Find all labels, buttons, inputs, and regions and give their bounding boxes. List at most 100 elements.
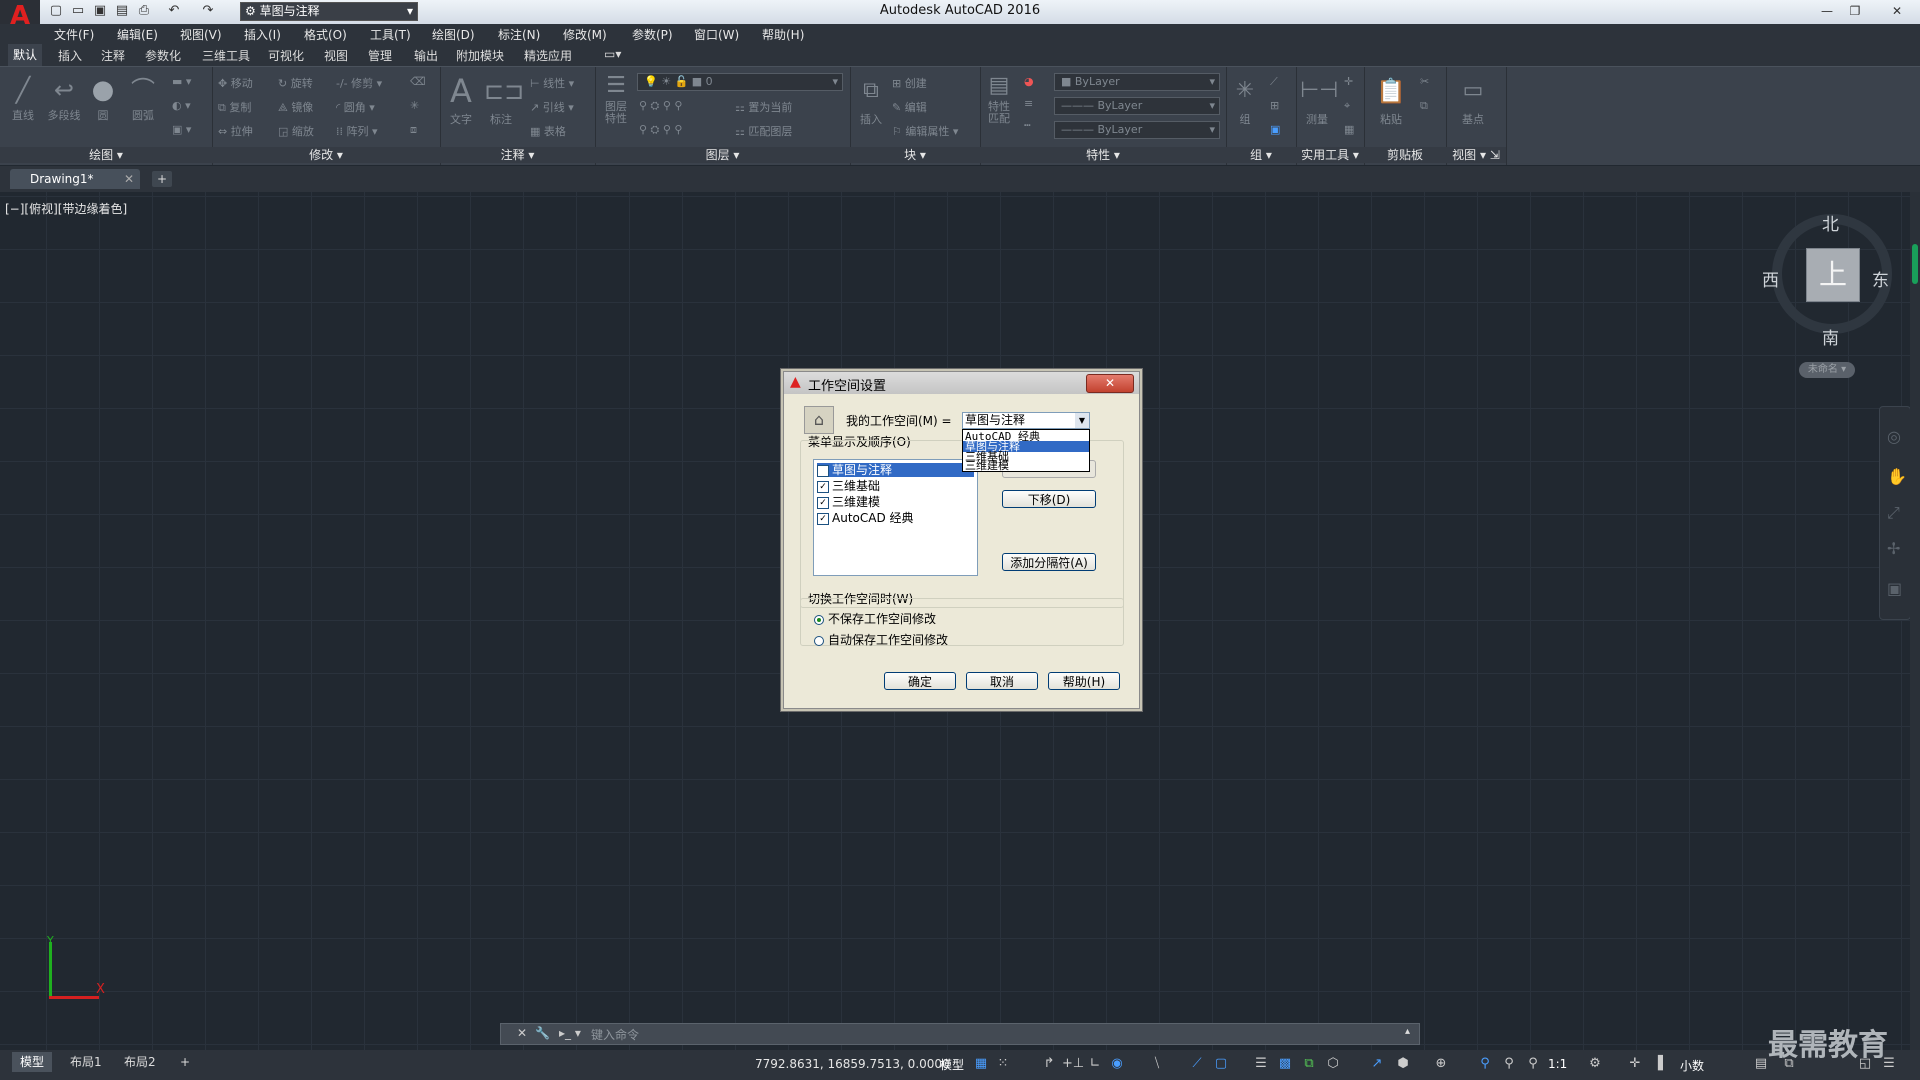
hatch-icon[interactable]: ◐ ▾ (172, 99, 191, 112)
osnap-tracking-icon[interactable]: ⟋ (1188, 1055, 1206, 1073)
panel-draw-title[interactable]: 绘图 ▾ (0, 147, 212, 163)
polar-icon[interactable]: ◉ (1108, 1055, 1126, 1073)
menu-draw[interactable]: 绘图(D) (432, 26, 475, 43)
menu-insert[interactable]: 插入(I) (244, 26, 281, 43)
match-properties-tool[interactable]: ▤ 特性匹配 (984, 71, 1014, 125)
list-item[interactable]: ✓ 三维基础 (817, 479, 880, 493)
layer-icons-row2[interactable]: ⚲ ⛭ ⚲ ⚲ (639, 123, 682, 137)
layout-tab-2[interactable]: 布局2 (116, 1052, 164, 1072)
open-file-icon[interactable]: ▭ (70, 3, 86, 19)
tab-output[interactable]: 输出 (414, 47, 438, 64)
workspace-switch-icon[interactable]: ⚙ (1586, 1055, 1604, 1073)
pan-icon[interactable]: ✋ (1887, 467, 1907, 486)
ok-button[interactable]: 确定 (884, 672, 956, 690)
tab-annotate[interactable]: 注释 (101, 47, 125, 64)
dimension-tool[interactable]: ⊏⊐ 标注 (484, 71, 524, 127)
explode-icon[interactable]: ✳ (410, 99, 419, 112)
list-item[interactable]: ✓ 草图与注释 (817, 463, 974, 477)
erase-icon[interactable]: ⌫ (410, 75, 426, 88)
group-tool[interactable]: ✳ 组 (1230, 71, 1260, 127)
wcs-menu[interactable]: 未命名 ▾ (1799, 362, 1855, 378)
snap-icon[interactable]: ⁙ (994, 1055, 1012, 1073)
menu-help[interactable]: 帮助(H) (762, 26, 804, 43)
restore-icon[interactable]: ❐ (1844, 2, 1866, 20)
infer-icon[interactable]: ↱ (1040, 1055, 1058, 1073)
panel-block-title[interactable]: 块 ▾ (850, 147, 980, 163)
menu-format[interactable]: 格式(O) (304, 26, 347, 43)
linear-tool[interactable]: ⊢ 线性 ▾ (530, 75, 574, 91)
insert-block-tool[interactable]: ⧉ 插入 (854, 71, 888, 127)
undo-icon[interactable]: ↶ (166, 3, 182, 19)
zoom-icon[interactable]: ⤢ (1887, 503, 1900, 523)
tab-parametric[interactable]: 参数化 (145, 47, 181, 64)
circle-tool[interactable]: ● 圆 (88, 73, 118, 123)
move-tool[interactable]: ✥ 移动 (218, 75, 253, 91)
auto-scale-icon[interactable]: ⚲ (1500, 1055, 1518, 1073)
customize-icon[interactable]: 🔧 (535, 1026, 550, 1040)
recent-commands-icon[interactable]: ▸_ ▾ (559, 1026, 581, 1040)
offset-icon[interactable]: ⧈ (410, 123, 417, 137)
tab-featured-apps[interactable]: 精选应用 (524, 47, 572, 64)
calculator-icon[interactable]: ▦ (1344, 123, 1354, 136)
match-layer-tool[interactable]: ⚏ 匹配图层 (735, 123, 792, 139)
tab-default[interactable]: 默认 (8, 44, 43, 66)
scrollbar-thumb[interactable] (1912, 244, 1918, 284)
tab-insert[interactable]: 插入 (58, 47, 82, 64)
panel-properties-title[interactable]: 特性 ▾ (980, 147, 1226, 163)
transparency-icon[interactable]: ▩ (1276, 1055, 1294, 1073)
fillet-tool[interactable]: ◜ 圆角 ▾ (336, 99, 375, 115)
dropdown-option[interactable]: 三维建模 (965, 460, 1009, 471)
chevron-down-icon[interactable]: ▼ (1075, 413, 1089, 428)
dialog-close-button[interactable]: ✕ (1086, 374, 1134, 393)
compass-west[interactable]: 西 (1762, 266, 1779, 291)
tab-options-icon[interactable]: ▭▾ (604, 47, 621, 61)
menu-window[interactable]: 窗口(W) (694, 26, 739, 43)
3d-osnap-icon[interactable]: ⬡ (1324, 1055, 1342, 1073)
cut-icon[interactable]: ✂ (1420, 75, 1429, 88)
tab-manage[interactable]: 管理 (368, 47, 392, 64)
set-current-tool[interactable]: ⚏ 置为当前 (735, 99, 792, 115)
add-separator-button[interactable]: 添加分隔符(A) (1002, 553, 1096, 571)
polyline-tool[interactable]: ↩ 多段线 (44, 73, 84, 123)
dynamic-ucs-icon[interactable]: ↗ (1368, 1055, 1386, 1073)
layout-tab-model[interactable]: 模型 (12, 1052, 53, 1072)
lineweight-toggle-icon[interactable]: ☰ (1252, 1055, 1270, 1073)
tab-view[interactable]: 视图 (324, 47, 348, 64)
menu-view[interactable]: 视图(V) (180, 26, 222, 43)
dialog-title-bar[interactable]: ▲ 工作空间设置 ✕ (784, 372, 1139, 394)
cmd-expand-icon[interactable]: ▴ (1405, 1026, 1410, 1037)
color-select[interactable]: ■ ByLayer ▾ (1054, 73, 1220, 91)
trim-tool[interactable]: -/- 修剪 ▾ (336, 75, 382, 91)
layer-select[interactable]: 💡 ☀ 🔓 ■ 0 ▾ (637, 73, 843, 91)
checkbox-icon[interactable]: ✓ (817, 496, 829, 509)
auto-save-radio[interactable]: 自动保存工作空间修改 (814, 631, 948, 648)
panel-annotation-title[interactable]: 注释 ▾ (440, 147, 595, 163)
leader-tool[interactable]: ↗ 引线 ▾ (530, 99, 574, 115)
region-icon[interactable]: ▣ ▾ (172, 123, 191, 136)
redo-icon[interactable]: ↷ (200, 3, 216, 19)
layout-tab-1[interactable]: 布局1 (62, 1052, 110, 1072)
selection-filter-icon[interactable]: ⬢ (1394, 1055, 1412, 1073)
close-cmdline-icon[interactable]: ✕ (517, 1026, 527, 1040)
ungroup-icon[interactable]: ⟋ (1270, 75, 1278, 89)
layer-properties-tool[interactable]: ☰ 图层特性 (599, 71, 633, 125)
viewport-label[interactable]: [−][俯视][带边缘着色] (5, 200, 127, 217)
lineweight-icon[interactable]: ≡ (1024, 97, 1033, 110)
osnap-icon[interactable]: ▢ (1212, 1055, 1230, 1073)
compass-north[interactable]: 北 (1822, 210, 1839, 235)
orbit-icon[interactable]: ✢ (1887, 539, 1900, 558)
close-icon[interactable]: ✕ (1886, 2, 1908, 20)
line-tool[interactable]: ╱ 直线 (8, 73, 38, 123)
list-item[interactable]: ✓ AutoCAD 经典 (817, 511, 914, 525)
stretch-tool[interactable]: ⇔ 拉伸 (218, 123, 253, 139)
menu-file[interactable]: 文件(F) (54, 26, 94, 43)
isolate-icon[interactable]: ▌ (1654, 1055, 1672, 1073)
vertical-scrollbar[interactable] (1910, 192, 1920, 1050)
gizmo-icon[interactable]: ⊕ (1432, 1055, 1450, 1073)
panel-clipboard-title[interactable]: 剪贴板 (1364, 147, 1446, 163)
edit-block-tool[interactable]: ✎ 编辑 (892, 99, 927, 115)
menu-edit[interactable]: 编辑(E) (117, 26, 158, 43)
menu-dimension[interactable]: 标注(N) (498, 26, 540, 43)
menu-order-list[interactable]: ✓ 草图与注释 ✓ 三维基础 ✓ 三维建模 ✓ AutoCAD 经典 (813, 459, 978, 576)
cancel-button[interactable]: 取消 (966, 672, 1038, 690)
